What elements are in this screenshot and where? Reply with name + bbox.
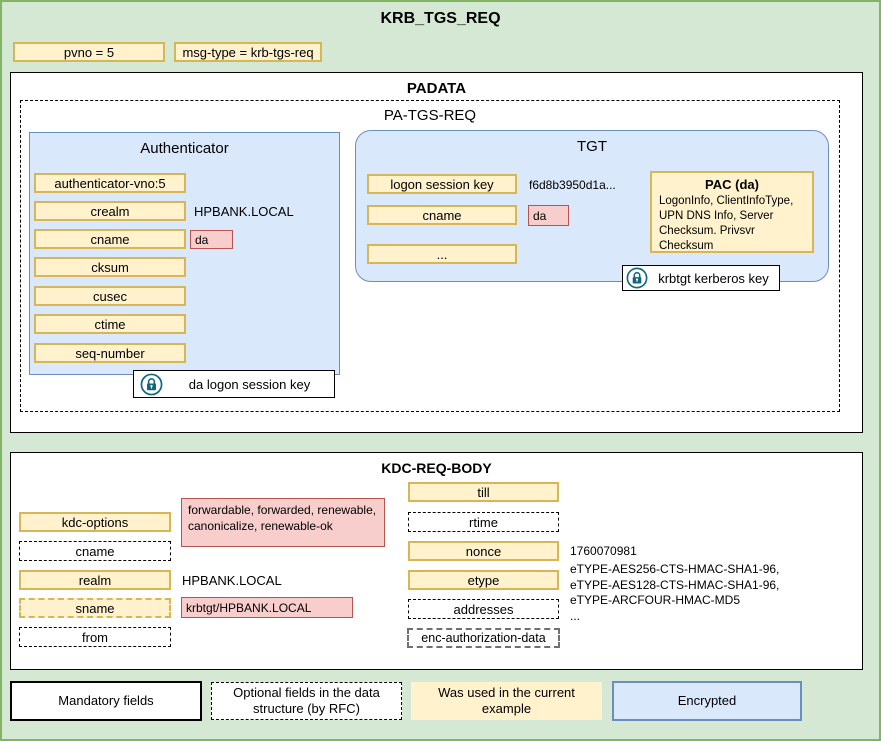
field-crealm: crealm [34, 201, 186, 221]
field-rtime: rtime [408, 512, 559, 532]
field-realm: realm [19, 570, 171, 590]
msg-type-field: msg-type = krb-tgs-req [174, 42, 322, 62]
tgt-title: TGT [355, 138, 829, 155]
pvno-field: pvno = 5 [13, 42, 165, 62]
etype-value: eTYPE-AES256-CTS-HMAC-SHA1-96, eTYPE-AES… [570, 562, 779, 624]
crealm-value: HPBANK.LOCAL [194, 204, 294, 219]
field-kdc-options: kdc-options [19, 512, 171, 532]
field-enc-authorization-data: enc-authorization-data [407, 628, 560, 648]
sname-value: krbtgt/HPBANK.LOCAL [181, 597, 353, 618]
field-seq-number: seq-number [34, 343, 186, 363]
field-sname: sname [19, 598, 171, 618]
cname-value: da [190, 230, 233, 249]
field-nonce: nonce [408, 541, 559, 561]
field-tgt-cname: cname [367, 205, 517, 225]
field-authenticator-vno: authenticator-vno:5 [34, 173, 186, 193]
legend-encrypted: Encrypted [612, 681, 802, 721]
pac-title: PAC (da) [659, 177, 805, 192]
lock-icon [140, 373, 163, 396]
logon-session-key-value: f6d8b3950d1a... [529, 178, 616, 192]
legend-optional: Optional fields in the data structure (b… [211, 682, 402, 720]
tgt-cname-value: da [528, 205, 569, 226]
field-etype: etype [408, 570, 559, 590]
lock-icon [626, 267, 648, 289]
legend-mandatory: Mandatory fields [10, 681, 202, 721]
authenticator-title: Authenticator [29, 140, 340, 157]
authenticator-panel [29, 132, 340, 375]
krb-tgs-req-diagram: KRB_TGS_REQ pvno = 5 msg-type = krb-tgs-… [0, 0, 881, 741]
da-logon-session-key-label: da logon session key [171, 377, 328, 392]
field-from: from [19, 627, 171, 647]
krbtgt-kerberos-key-badge: krbtgt kerberos key [622, 265, 780, 291]
field-kdc-cname: cname [19, 541, 171, 561]
field-cusec: cusec [34, 286, 186, 306]
field-cksum: cksum [34, 257, 186, 277]
field-tgt-ellipsis: ... [367, 244, 517, 264]
padata-title: PADATA [10, 80, 863, 97]
pa-tgs-req-title: PA-TGS-REQ [20, 107, 840, 124]
pac-body: LogonInfo, ClientInfoType, UPN DNS Info,… [659, 194, 805, 254]
field-till: till [408, 482, 559, 502]
field-cname: cname [34, 229, 186, 249]
pac-box: PAC (da) LogonInfo, ClientInfoType, UPN … [650, 171, 814, 253]
field-ctime: ctime [34, 314, 186, 334]
krbtgt-kerberos-key-label: krbtgt kerberos key [651, 271, 776, 286]
field-addresses: addresses [408, 599, 559, 619]
page-title: KRB_TGS_REQ [2, 10, 879, 28]
nonce-value: 1760070981 [570, 544, 637, 558]
realm-value: HPBANK.LOCAL [182, 573, 282, 588]
da-logon-session-key-badge: da logon session key [133, 370, 335, 398]
kdc-req-body-title: KDC-REQ-BODY [10, 460, 863, 476]
legend-used-in-example: Was used in the current example [411, 682, 602, 720]
field-logon-session-key: logon session key [367, 174, 517, 194]
kdc-options-value: forwardable, forwarded, renewable, canon… [181, 498, 385, 547]
